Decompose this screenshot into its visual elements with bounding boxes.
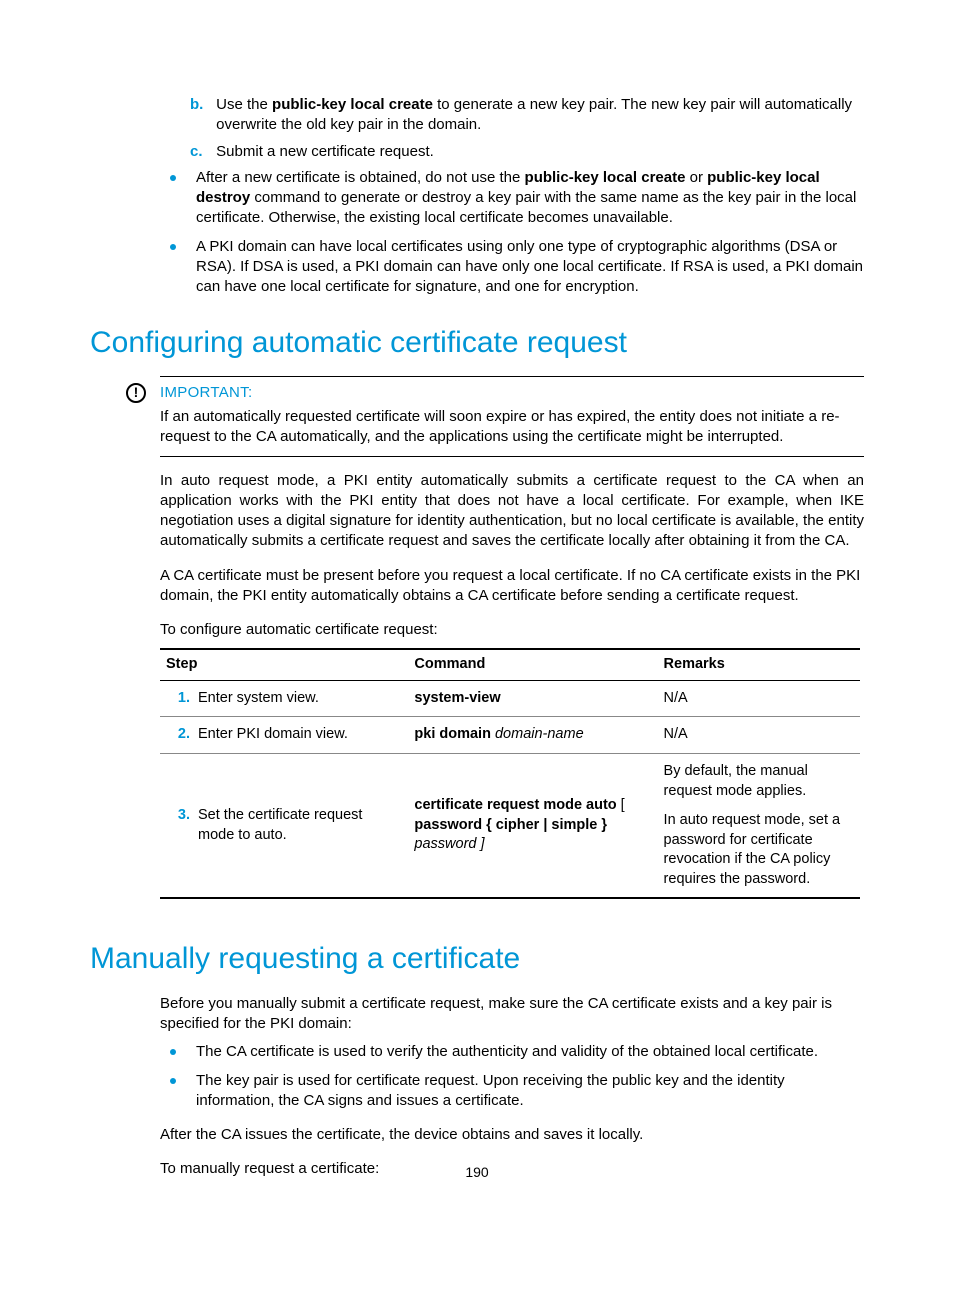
page: b. Use the public-key local create to ge… [0, 0, 954, 1228]
paragraph: After the CA issues the certificate, the… [160, 1125, 864, 1145]
substep-marker: c. [190, 142, 212, 162]
table-row: 1.Enter system view. system-view N/A [160, 680, 860, 717]
list-item: A PKI domain can have local certificates… [160, 237, 864, 298]
list-item: The CA certificate is used to verify the… [160, 1042, 864, 1062]
important-icon [126, 383, 146, 403]
paragraph: A CA certificate must be present before … [160, 566, 864, 607]
bullet-list-top: After a new certificate is obtained, do … [160, 168, 864, 298]
table-header-command: Command [408, 649, 657, 680]
step-number: 2. [166, 725, 198, 745]
remarks-text: N/A [658, 717, 860, 754]
bullet-list-manual: The CA certificate is used to verify the… [160, 1042, 864, 1111]
remarks-text: In auto request mode, set a password for… [664, 811, 854, 889]
command-table: Step Command Remarks 1.Enter system view… [160, 648, 860, 899]
table-header-remarks: Remarks [658, 649, 860, 680]
command-text: system-view [414, 690, 500, 706]
paragraph: Before you manually submit a certificate… [160, 994, 864, 1035]
page-number: 190 [0, 1163, 954, 1182]
step-text: Set the certificate request mode to auto… [198, 806, 388, 845]
substep-marker: b. [190, 95, 212, 115]
remarks-text: N/A [658, 680, 860, 717]
important-label: IMPORTANT: [160, 383, 864, 403]
list-item: The key pair is used for certificate req… [160, 1071, 864, 1112]
step-text: Enter PKI domain view. [198, 725, 388, 745]
substep-c: c. Submit a new certificate request. [190, 142, 864, 162]
table-header-step: Step [160, 649, 408, 680]
list-item: After a new certificate is obtained, do … [160, 168, 864, 229]
command-text: certificate request mode auto [414, 797, 616, 813]
step-text: Enter system view. [198, 689, 388, 709]
section-heading-auto-request: Configuring automatic certificate reques… [90, 323, 864, 364]
paragraph: To configure automatic certificate reque… [160, 620, 864, 640]
step-number: 3. [166, 806, 198, 826]
important-callout: IMPORTANT: If an automatically requested… [160, 376, 864, 457]
table-row: 3.Set the certificate request mode to au… [160, 753, 860, 898]
command-text: pki domain [414, 726, 491, 742]
paragraph: In auto request mode, a PKI entity autom… [160, 471, 864, 552]
important-text: If an automatically requested certificat… [160, 407, 864, 448]
section-heading-manual-request: Manually requesting a certificate [90, 939, 864, 980]
substep-b: b. Use the public-key local create to ge… [190, 95, 864, 136]
substep-text: Use the public-key local create to gener… [216, 95, 856, 136]
command-arg: domain-name [491, 726, 584, 742]
step-number: 1. [166, 689, 198, 709]
substep-text: Submit a new certificate request. [216, 142, 856, 162]
remarks-text: By default, the manual request mode appl… [664, 762, 854, 801]
table-row: 2.Enter PKI domain view. pki domain doma… [160, 717, 860, 754]
